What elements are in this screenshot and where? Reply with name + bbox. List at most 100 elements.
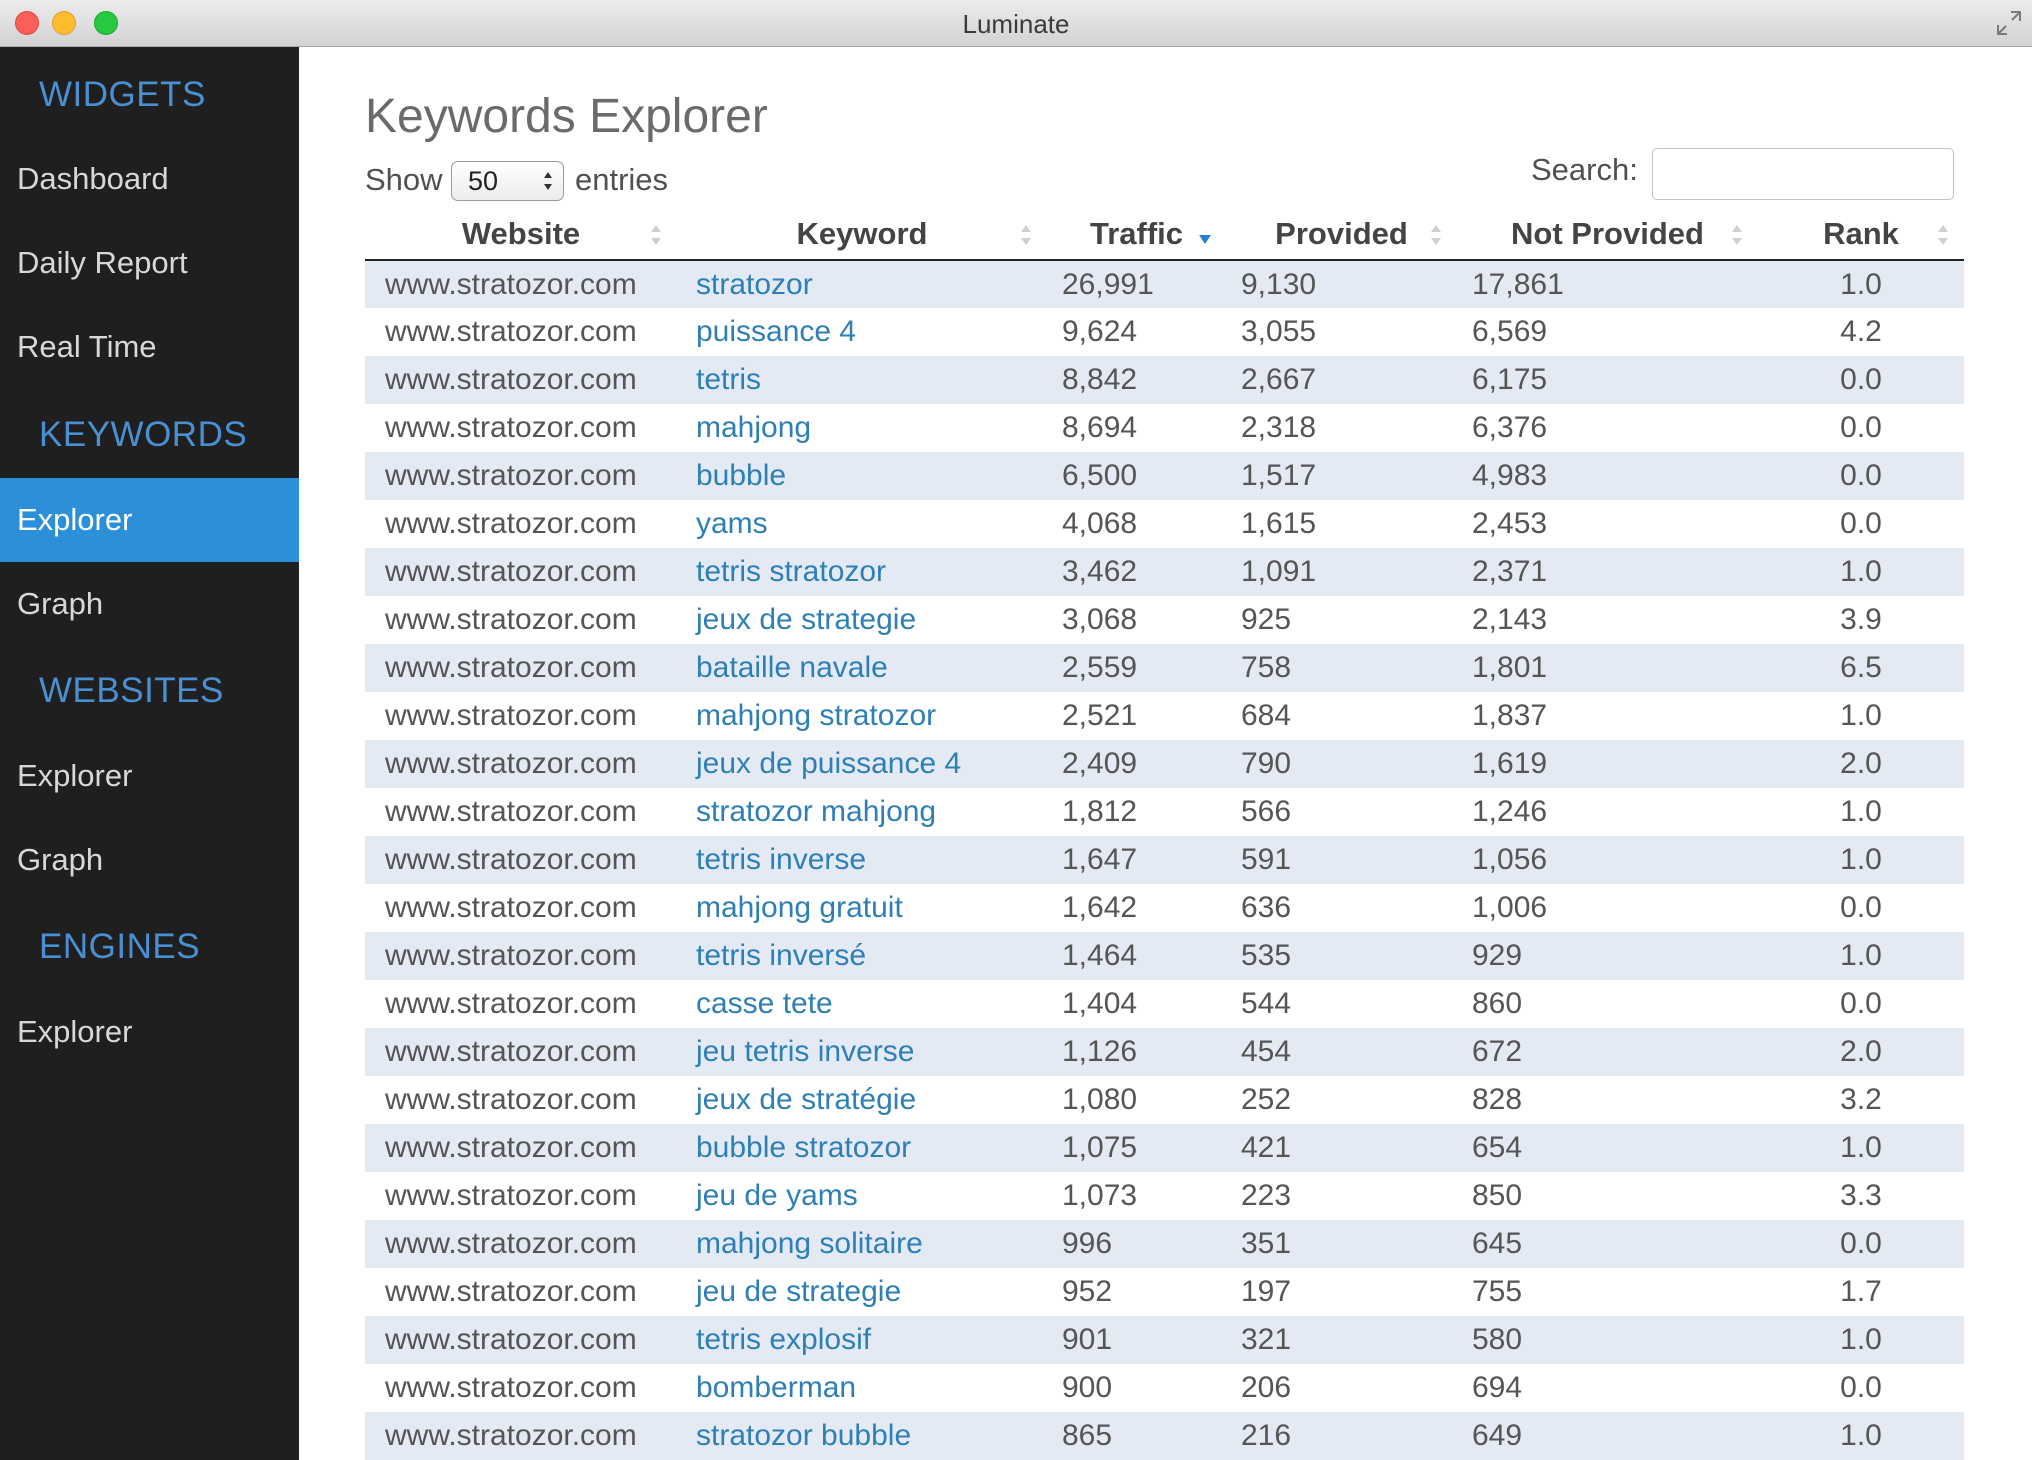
traffic-cell: 865 [1047, 1412, 1226, 1460]
column-header-traffic[interactable]: Traffic [1047, 209, 1226, 261]
rank-cell: 0.0 [1758, 1364, 1964, 1412]
sidebar-item-engines-explorer[interactable]: Explorer [0, 990, 299, 1074]
keyword-cell[interactable]: jeux de strategie [677, 596, 1047, 644]
traffic-cell: 996 [1047, 1220, 1226, 1268]
not-provided-cell: 17,861 [1457, 260, 1758, 308]
column-header-website[interactable]: Website [365, 209, 677, 261]
not-provided-cell: 1,246 [1457, 788, 1758, 836]
provided-cell: 758 [1226, 644, 1457, 692]
keyword-cell[interactable]: tetris explosif [677, 1316, 1047, 1364]
sidebar-item-keywords-graph[interactable]: Graph [0, 562, 299, 646]
sidebar-item-daily-report[interactable]: Daily Report [0, 221, 299, 305]
not-provided-cell: 645 [1457, 1220, 1758, 1268]
keyword-cell[interactable]: stratozor mahjong [677, 788, 1047, 836]
keyword-cell[interactable]: bubble [677, 452, 1047, 500]
keyword-cell[interactable]: tetris inverse [677, 836, 1047, 884]
traffic-cell: 9,624 [1047, 308, 1226, 356]
search-input[interactable] [1652, 148, 1954, 200]
traffic-cell: 1,464 [1047, 932, 1226, 980]
website-cell: www.stratozor.com [365, 260, 677, 308]
app-window: Luminate WIDGETS Dashboard Daily Report … [0, 0, 2032, 1460]
keyword-cell[interactable]: tetris inversé [677, 932, 1047, 980]
table-row: www.stratozor.com mahjong 8,694 2,318 6,376 0… [365, 404, 1964, 452]
rank-cell: 0.0 [1758, 452, 1964, 500]
keyword-cell[interactable]: tetris [677, 356, 1047, 404]
provided-cell: 544 [1226, 980, 1457, 1028]
column-header-keyword[interactable]: Keyword [677, 209, 1047, 261]
traffic-cell: 1,812 [1047, 788, 1226, 836]
not-provided-cell: 6,569 [1457, 308, 1758, 356]
rank-cell: 1.0 [1758, 692, 1964, 740]
sidebar-section-keywords: KEYWORDS [39, 415, 248, 454]
table-row: www.stratozor.com yams 4,068 1,615 2,453 0.0 [365, 500, 1964, 548]
keyword-cell[interactable]: mahjong solitaire [677, 1220, 1047, 1268]
keyword-cell[interactable]: bataille navale [677, 644, 1047, 692]
keyword-cell[interactable]: casse tete [677, 980, 1047, 1028]
keyword-cell[interactable]: puissance 4 [677, 308, 1047, 356]
column-header-rank[interactable]: Rank [1758, 209, 1964, 261]
table-row: www.stratozor.com jeux de strategie 3,068 9… [365, 596, 1964, 644]
website-cell: www.stratozor.com [365, 1124, 677, 1172]
traffic-cell: 2,521 [1047, 692, 1226, 740]
entries-per-page-select[interactable]: 50 [451, 161, 564, 201]
table-row: www.stratozor.com mahjong stratozor 2,521 6… [365, 692, 1964, 740]
keyword-cell[interactable]: mahjong gratuit [677, 884, 1047, 932]
rank-cell: 1.0 [1758, 1412, 1964, 1460]
provided-cell: 454 [1226, 1028, 1457, 1076]
column-header-provided[interactable]: Provided [1226, 209, 1457, 261]
keyword-cell[interactable]: jeu de strategie [677, 1268, 1047, 1316]
not-provided-cell: 1,837 [1457, 692, 1758, 740]
entries-label: entries [575, 162, 669, 197]
select-stepper-icon [544, 172, 552, 190]
traffic-cell: 900 [1047, 1364, 1226, 1412]
rank-cell: 4.2 [1758, 308, 1964, 356]
rank-cell: 1.0 [1758, 836, 1964, 884]
website-cell: www.stratozor.com [365, 500, 677, 548]
traffic-cell: 3,462 [1047, 548, 1226, 596]
website-cell: www.stratozor.com [365, 884, 677, 932]
page-title: Keywords Explorer [365, 90, 768, 143]
rank-cell: 1.7 [1758, 1268, 1964, 1316]
not-provided-cell: 580 [1457, 1316, 1758, 1364]
rank-cell: 0.0 [1758, 980, 1964, 1028]
column-header-not-provided[interactable]: Not Provided [1457, 209, 1758, 261]
keyword-cell[interactable]: mahjong [677, 404, 1047, 452]
sidebar-item-websites-graph[interactable]: Graph [0, 818, 299, 902]
fullscreen-icon[interactable] [1996, 10, 2022, 36]
not-provided-cell: 2,453 [1457, 500, 1758, 548]
keyword-cell[interactable]: jeux de puissance 4 [677, 740, 1047, 788]
website-cell: www.stratozor.com [365, 404, 677, 452]
traffic-cell: 26,991 [1047, 260, 1226, 308]
traffic-cell: 901 [1047, 1316, 1226, 1364]
keyword-cell[interactable]: yams [677, 500, 1047, 548]
sidebar-item-dashboard[interactable]: Dashboard [0, 137, 299, 221]
provided-cell: 206 [1226, 1364, 1457, 1412]
keyword-cell[interactable]: mahjong stratozor [677, 692, 1047, 740]
keyword-cell[interactable]: stratozor [677, 260, 1047, 308]
sidebar-section-websites: WEBSITES [39, 671, 224, 710]
sidebar-item-websites-explorer[interactable]: Explorer [0, 734, 299, 818]
sidebar-item-keywords-explorer[interactable]: Explorer [0, 478, 299, 562]
not-provided-cell: 1,801 [1457, 644, 1758, 692]
website-cell: www.stratozor.com [365, 932, 677, 980]
sidebar-item-real-time[interactable]: Real Time [0, 305, 299, 389]
traffic-cell: 8,694 [1047, 404, 1226, 452]
keyword-cell[interactable]: bomberman [677, 1364, 1047, 1412]
keyword-cell[interactable]: jeu tetris inverse [677, 1028, 1047, 1076]
keyword-cell[interactable]: bubble stratozor [677, 1124, 1047, 1172]
table-row: www.stratozor.com tetris stratozor 3,462 1,… [365, 548, 1964, 596]
not-provided-cell: 1,056 [1457, 836, 1758, 884]
table-row: www.stratozor.com casse tete 1,404 544 860 0.… [365, 980, 1964, 1028]
provided-cell: 591 [1226, 836, 1457, 884]
website-cell: www.stratozor.com [365, 356, 677, 404]
provided-cell: 925 [1226, 596, 1457, 644]
keyword-cell[interactable]: jeu de yams [677, 1172, 1047, 1220]
keyword-cell[interactable]: tetris stratozor [677, 548, 1047, 596]
keyword-cell[interactable]: jeux de stratégie [677, 1076, 1047, 1124]
website-cell: www.stratozor.com [365, 644, 677, 692]
website-cell: www.stratozor.com [365, 788, 677, 836]
table-body: www.stratozor.com stratozor 26,991 9,130 17,… [365, 260, 1964, 1460]
table-row: www.stratozor.com stratozor bubble 865 216 6… [365, 1412, 1964, 1460]
keyword-cell[interactable]: stratozor bubble [677, 1412, 1047, 1460]
keywords-table-container: Website Keyword Traffic Provided Not Pro… [365, 209, 1964, 1460]
